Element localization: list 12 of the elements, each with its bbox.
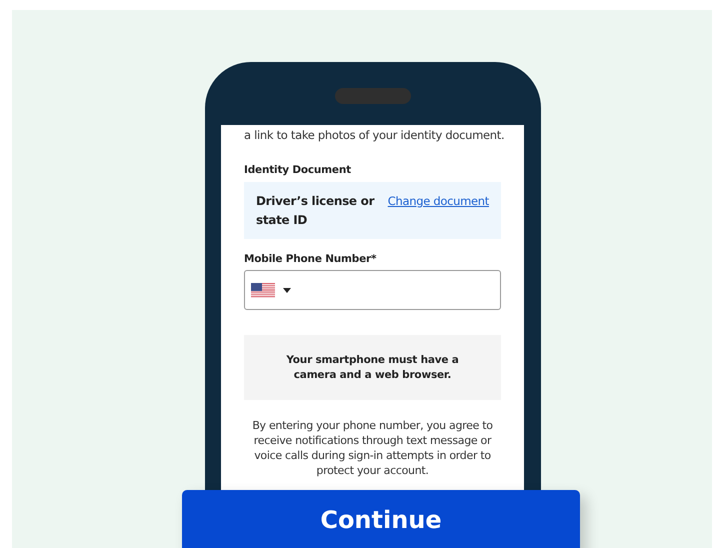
consent-text: By entering your phone number, you agree to receive notifications through text message or voice calls during sign-in attempts in order to protect your account. bbox=[251, 418, 494, 478]
continue-button[interactable]: Continue bbox=[182, 490, 580, 548]
phone-input-field[interactable] bbox=[244, 270, 501, 310]
notice-text: Your smartphone must have a camera and a web browser. bbox=[285, 352, 460, 382]
field-label: Mobile Phone Number* bbox=[244, 253, 378, 265]
change-document-link[interactable]: Change document bbox=[388, 192, 489, 211]
speaker-icon bbox=[335, 88, 411, 104]
field-label: Identity Document bbox=[244, 164, 352, 176]
document-type: Driver’s license or state ID bbox=[256, 193, 376, 229]
flag-icon[interactable] bbox=[251, 282, 275, 298]
caret-icon[interactable] bbox=[283, 288, 291, 292]
intro-text: a link to take photos of your identity document. bbox=[244, 128, 501, 142]
